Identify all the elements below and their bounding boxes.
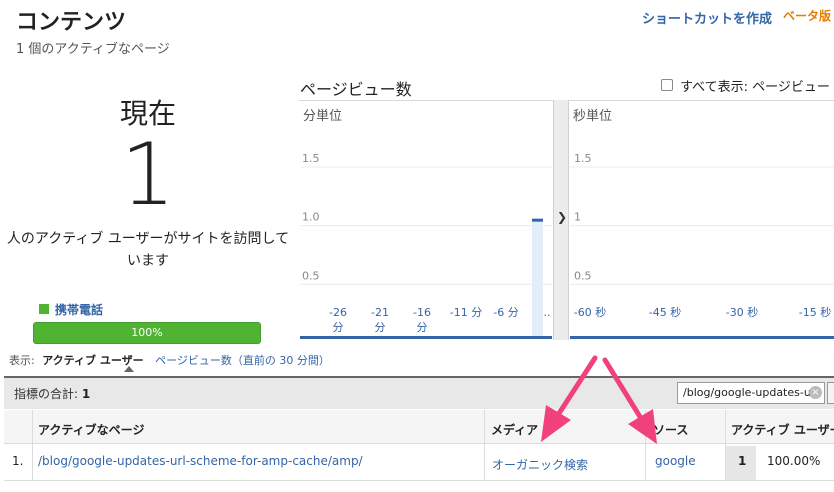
- page-subtitle: 1 個のアクティブなページ: [16, 42, 170, 57]
- chevron-right-icon[interactable]: ❯: [557, 210, 567, 224]
- metric-total-value: 1: [81, 387, 91, 401]
- row-page-link[interactable]: /blog/google-updates-url-scheme-for-amp-…: [38, 454, 363, 468]
- column-active-users[interactable]: アクティブ ユーザー: [731, 421, 834, 438]
- page-title: コンテンツ: [16, 10, 127, 35]
- mobile-legend-label: 携帯電話: [55, 303, 104, 317]
- column-active-page[interactable]: アクティブなページ: [38, 421, 144, 438]
- pageviews-title: ページビュー数: [300, 80, 412, 99]
- row-medium-link[interactable]: オーガニック検索: [492, 456, 588, 473]
- column-divider: [645, 410, 646, 481]
- active-users-count: 1: [120, 125, 176, 225]
- create-shortcut-link[interactable]: ショートカットを作成: [642, 8, 772, 27]
- filter-options-button[interactable]: [827, 382, 834, 404]
- table-filter-input[interactable]: /blog/google-updates-u: [677, 382, 825, 404]
- metric-total-label: 指標の合計:: [14, 387, 79, 401]
- column-divider: [725, 410, 726, 481]
- column-source[interactable]: ソース: [653, 421, 688, 438]
- view-toggle: 表示: アクティブ ユーザー ページビュー数（直前の 30 分間）: [9, 352, 330, 368]
- row-users-share: 100.00%: [767, 454, 821, 468]
- device-share-percent: 100%: [131, 326, 163, 339]
- device-share-bar: 100%: [33, 322, 261, 344]
- beta-badge: ベータ版: [783, 9, 832, 23]
- clear-icon[interactable]: ×: [809, 386, 822, 399]
- row-source-link[interactable]: google: [655, 454, 696, 468]
- view-pageviews-tab[interactable]: ページビュー数（直前の 30 分間）: [155, 354, 330, 367]
- mobile-legend-swatch: [39, 304, 49, 314]
- column-medium[interactable]: メディア: [491, 421, 538, 438]
- caret-up-icon: [124, 366, 134, 372]
- column-divider: [32, 410, 33, 481]
- view-toggle-prefix: 表示:: [9, 354, 35, 367]
- show-all-label[interactable]: すべて表示: ページビュー: [680, 76, 830, 95]
- column-divider: [484, 410, 485, 481]
- row-users-count: 1: [738, 454, 747, 468]
- show-all-checkbox[interactable]: [661, 79, 673, 91]
- metric-total: 指標の合計: 1: [14, 385, 90, 402]
- active-users-description: 人のアクティブ ユーザーがサイトを訪問しています: [6, 231, 290, 269]
- row-index: 1.: [12, 454, 24, 468]
